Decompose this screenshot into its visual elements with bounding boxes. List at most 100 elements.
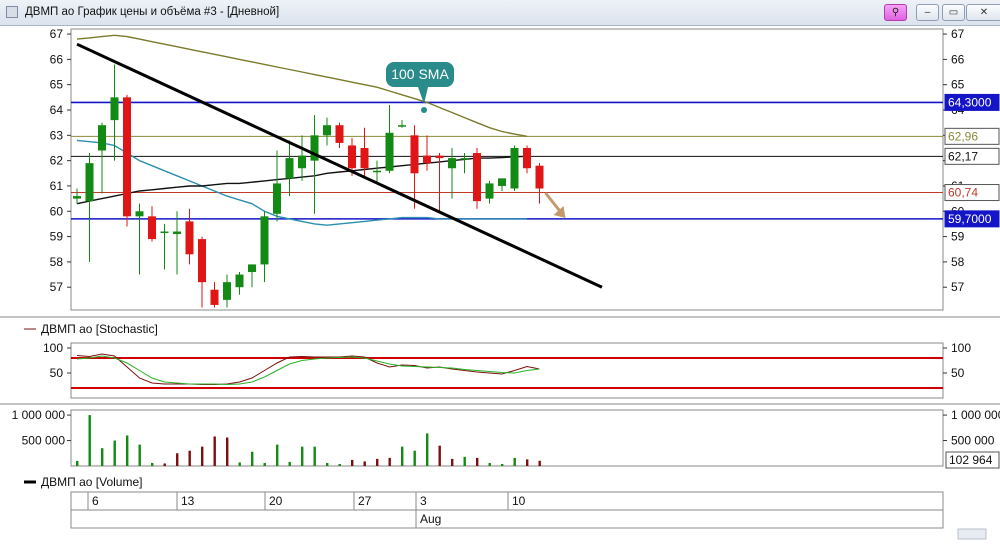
candle-body [248,264,256,273]
candle-body [148,216,156,240]
candle-body [473,153,481,202]
volume-bar [313,446,316,466]
volume-bar [276,444,279,466]
window-title: ДВМП ао График цены и объёма #3 - [Дневн… [25,6,280,18]
close-button[interactable]: ✕ [966,4,1000,21]
candle-body [373,170,381,173]
volume-bar [151,462,154,466]
y-tick-label-left: 100 [43,341,63,355]
volume-bar [438,445,441,466]
level-label: 59,7000 [948,212,992,226]
stochastic-legend: ДВМП ао [Stochastic] [41,322,158,336]
y-tick-label-left: 57 [50,280,64,294]
y-tick-label-left: 1 000 000 [12,408,66,422]
candle-body [85,163,94,202]
volume-bar [288,461,291,466]
volume-bar [538,460,541,466]
candle-body [160,231,169,234]
candle-body [523,147,531,169]
volume-bar [201,446,204,466]
candle-body [335,125,344,143]
y-tick-label-left: 60 [50,204,64,218]
x-tick-label: 13 [181,494,195,508]
volume-bar [226,437,229,466]
volume-bar [488,462,491,466]
sma-callout-text: 100 SMA [391,66,449,82]
level-label: 62,96 [948,129,978,143]
candle-body [98,125,106,151]
candle-body [73,196,81,199]
restore-button[interactable]: ▭ [942,4,965,21]
volume-bar [388,457,391,466]
candle-body [448,158,456,169]
volume-bar [238,462,241,466]
y-tick-label-right: 100 [951,341,971,355]
volume-bar [101,448,104,466]
candle-body [460,158,469,160]
volume-bar [176,453,179,466]
pin-button[interactable]: ⚲ [884,4,907,21]
candle-body [485,183,494,199]
candle-body [423,155,431,164]
y-tick-label-right: 67 [951,27,965,41]
candle-body [435,155,444,159]
y-tick-label-right: 50 [951,366,965,380]
y-tick-label-left: 61 [50,179,64,193]
title-bar: ДВМП ао График цены и объёма #3 - [Дневн… [0,0,1000,26]
x-tick-label: 27 [358,494,372,508]
volume-bar [301,446,304,466]
volume-bar [376,458,379,466]
volume-legend: ДВМП ао [Volume] [41,475,142,489]
y-tick-label-left: 66 [50,52,64,66]
volume-bar [451,458,454,466]
candle-body [135,211,144,217]
stochastic-pane-frame [70,342,944,399]
volume-bar [413,450,416,466]
price-volume-chart[interactable]: 6767666665656464636362626161606059595858… [0,26,1000,541]
minimize-button[interactable]: – [916,4,939,21]
month-label: Aug [420,512,441,526]
date-axis: 6 13 20 27 3 10 Aug [70,491,944,529]
y-tick-label-right: 58 [951,255,965,269]
candle-body [535,165,544,189]
candle-body [510,147,519,189]
y-tick-label-left: 59 [50,230,64,244]
x-tick-label: 6 [92,494,99,508]
level-label: 60,74 [948,186,978,200]
candle-body [173,231,181,235]
x-tick-label: 20 [269,494,283,508]
price-pane: 6767666665656464636362626161606059595858… [50,27,1000,308]
volume-bar [426,433,429,466]
volume-bar [463,456,466,466]
candle-body [185,221,194,255]
candle-body [410,135,419,174]
candle-body [123,97,131,217]
y-tick-label-right: 59 [951,230,965,244]
y-tick-label-left: 50 [50,366,64,380]
volume-bar [351,459,354,466]
volume-bar [138,444,141,466]
x-tick-label: 10 [512,494,526,508]
y-tick-label-right: 1 000 000 [951,408,1000,422]
volume-bar [476,457,479,466]
level-label: 62,17 [948,149,978,163]
volume-bar [126,435,129,466]
candle-body [285,158,294,179]
sma-callout-dot [421,107,427,113]
last-volume-label: 102 964 [949,453,993,467]
x-tick-label: 3 [420,494,427,508]
candle-body [210,289,219,305]
volume-bar [501,463,504,466]
volume-bar [401,446,404,466]
candle-body [498,178,506,186]
volume-bar [513,457,516,466]
volume-bar [338,463,341,466]
volume-bar [213,436,216,466]
chart-area[interactable]: 6767666665656464636362626161606059595858… [0,26,1000,541]
candle-body [223,282,231,300]
y-tick-label-right: 500 000 [951,434,995,448]
y-tick-label-right: 66 [951,52,965,66]
volume-bar [363,461,366,466]
y-tick-label-left: 67 [50,27,64,41]
volume-bar [326,462,329,466]
